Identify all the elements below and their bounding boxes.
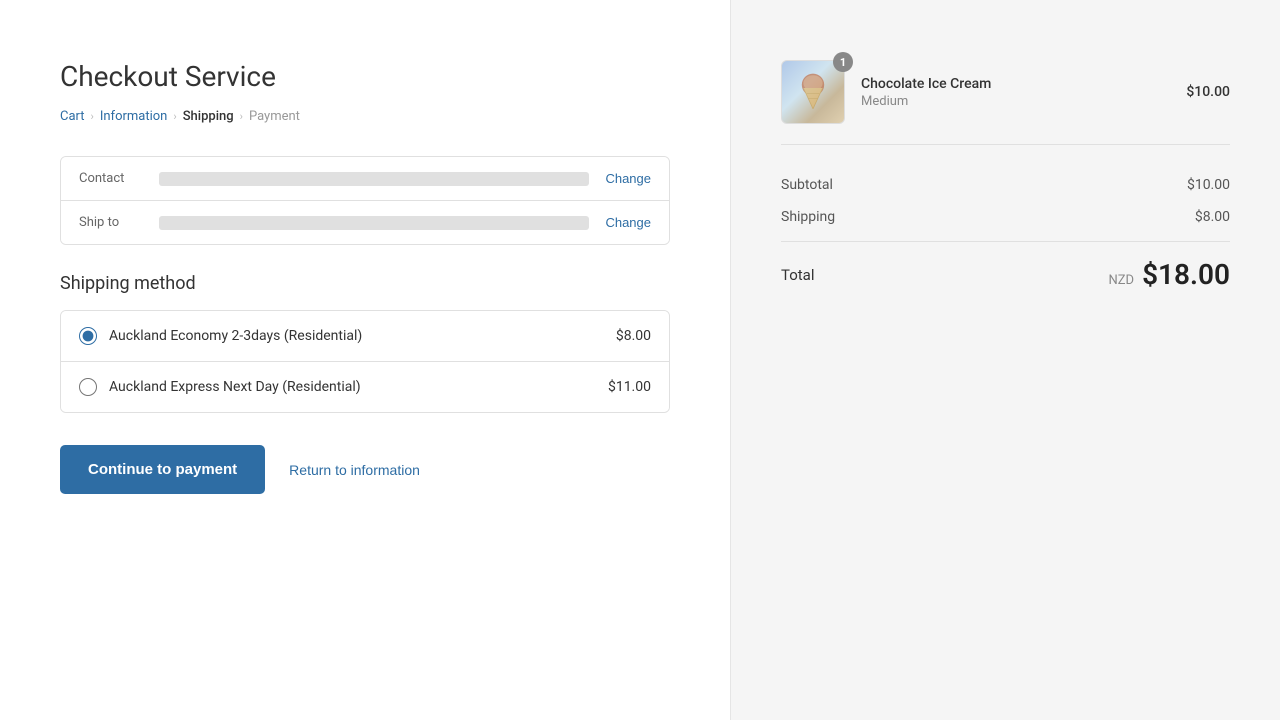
contact-row: Contact Change xyxy=(61,157,669,200)
total-currency: NZD xyxy=(1108,273,1134,288)
shipping-economy-price: $8.00 xyxy=(616,328,651,344)
subtotal-value: $10.00 xyxy=(1187,177,1230,193)
store-title: Checkout Service xyxy=(60,60,670,93)
contact-info-card: Contact Change Ship to Change xyxy=(60,156,670,245)
continue-to-payment-button[interactable]: Continue to payment xyxy=(60,445,265,494)
grand-total-row: Total NZD $18.00 xyxy=(781,241,1230,299)
ship-to-value xyxy=(159,216,589,230)
product-variant: Medium xyxy=(861,94,1186,109)
product-row: 1 Chocolate Ice Cream Medium $10.00 xyxy=(781,60,1230,145)
ship-to-row: Ship to Change xyxy=(61,200,669,244)
contact-label: Contact xyxy=(79,171,159,186)
left-panel: Checkout Service Cart › Information › Sh… xyxy=(0,0,730,720)
shipping-express-label: Auckland Express Next Day (Residential) xyxy=(109,379,608,395)
contact-change-button[interactable]: Change xyxy=(605,171,651,186)
breadcrumb-information[interactable]: Information xyxy=(100,109,168,124)
total-label: Total xyxy=(781,266,815,284)
breadcrumb-sep-3: › xyxy=(240,110,243,123)
total-amount: $18.00 xyxy=(1142,258,1230,291)
ship-to-change-button[interactable]: Change xyxy=(605,215,651,230)
product-image-wrap: 1 xyxy=(781,60,845,124)
contact-value xyxy=(159,172,589,186)
shipping-value: $8.00 xyxy=(1195,209,1230,225)
order-summary-panel: 1 Chocolate Ice Cream Medium $10.00 Subt… xyxy=(730,0,1280,720)
shipping-option-economy[interactable]: Auckland Economy 2-3days (Residential) $… xyxy=(61,311,669,361)
shipping-radio-economy[interactable] xyxy=(79,327,97,345)
totals-section: Subtotal $10.00 Shipping $8.00 Total NZD… xyxy=(781,169,1230,299)
grand-total-right: NZD $18.00 xyxy=(1108,258,1230,291)
product-image xyxy=(781,60,845,124)
shipping-economy-label: Auckland Economy 2-3days (Residential) xyxy=(109,328,616,344)
breadcrumb-sep-2: › xyxy=(173,110,176,123)
shipping-express-price: $11.00 xyxy=(608,379,651,395)
product-name: Chocolate Ice Cream xyxy=(861,76,1186,92)
breadcrumb-cart[interactable]: Cart xyxy=(60,109,85,124)
product-price: $10.00 xyxy=(1186,84,1230,100)
subtotal-row: Subtotal $10.00 xyxy=(781,169,1230,201)
shipping-options: Auckland Economy 2-3days (Residential) $… xyxy=(60,310,670,413)
product-quantity-badge: 1 xyxy=(833,52,853,72)
return-to-information-button[interactable]: Return to information xyxy=(289,462,420,478)
actions-row: Continue to payment Return to informatio… xyxy=(60,445,670,494)
shipping-option-express[interactable]: Auckland Express Next Day (Residential) … xyxy=(61,361,669,412)
shipping-label: Shipping xyxy=(781,209,835,225)
product-info: Chocolate Ice Cream Medium xyxy=(861,76,1186,109)
breadcrumb-sep-1: › xyxy=(91,110,94,123)
shipping-radio-express[interactable] xyxy=(79,378,97,396)
breadcrumb-shipping: Shipping xyxy=(183,109,234,124)
breadcrumb: Cart › Information › Shipping › Payment xyxy=(60,109,670,124)
shipping-method-title: Shipping method xyxy=(60,273,670,294)
subtotal-label: Subtotal xyxy=(781,177,833,193)
ship-to-label: Ship to xyxy=(79,215,159,230)
product-image-svg xyxy=(793,72,833,112)
breadcrumb-payment: Payment xyxy=(249,109,300,124)
shipping-row: Shipping $8.00 xyxy=(781,201,1230,233)
